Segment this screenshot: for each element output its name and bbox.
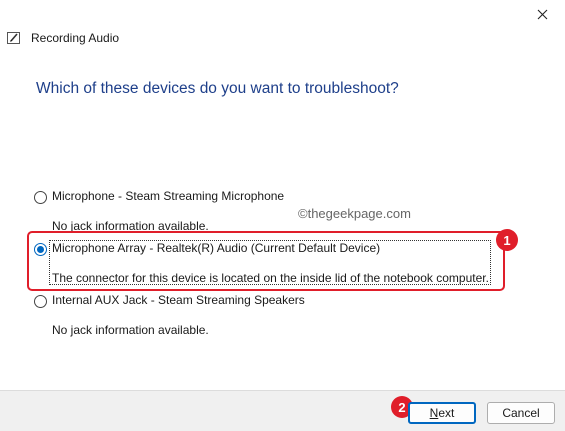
annotation-badge-1: 1 — [496, 229, 518, 251]
watermark: ©thegeekpage.com — [298, 206, 411, 221]
cancel-button[interactable]: Cancel — [487, 402, 555, 424]
next-mnemonic: N — [429, 406, 439, 420]
next-label-rest: ext — [438, 406, 455, 420]
close-icon — [537, 9, 547, 19]
annotation-highlight-box — [27, 231, 505, 291]
window-title: Recording Audio — [31, 31, 120, 45]
radio-button[interactable] — [34, 295, 47, 308]
pen-audio-icon — [7, 32, 20, 44]
device-description: No jack information available. — [52, 323, 209, 337]
page-title: Which of these devices do you want to tr… — [36, 80, 399, 97]
window-title-bar: Recording Audio — [7, 31, 119, 45]
device-name: Microphone - Steam Streaming Microphone — [52, 189, 285, 203]
next-button[interactable]: Next — [408, 402, 476, 424]
device-name: Internal AUX Jack - Steam Streaming Spea… — [52, 293, 305, 307]
radio-button[interactable] — [34, 191, 47, 204]
close-button[interactable] — [527, 2, 557, 26]
dialog-footer — [0, 390, 565, 431]
